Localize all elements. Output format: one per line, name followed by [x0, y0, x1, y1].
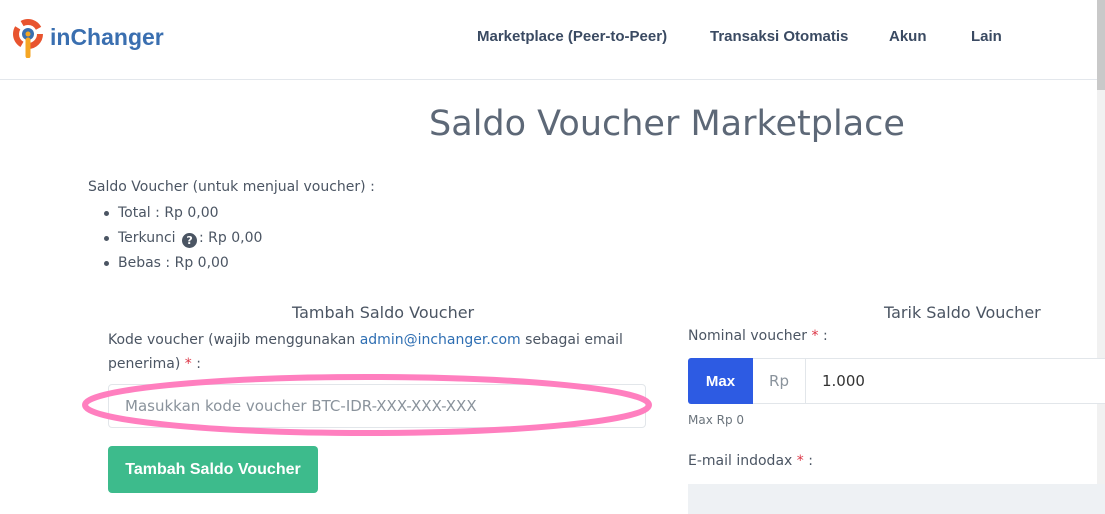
nav-item-transaksi-otomatis[interactable]: Transaksi Otomatis [710, 28, 848, 45]
saldo-terkunci-label: Terkunci [118, 230, 176, 246]
currency-addon: Rp [753, 358, 805, 404]
tambah-saldo-button[interactable]: Tambah Saldo Voucher [108, 446, 318, 493]
nav-item-lain[interactable]: Lain [971, 28, 1002, 45]
saldo-total-text: Total : Rp 0,00 [118, 205, 219, 221]
tarik-section-title: Tarik Saldo Voucher [884, 303, 1041, 322]
question-circle-icon[interactable]: ? [182, 233, 198, 248]
voucher-label-prefix: Kode voucher (wajib menggunakan [108, 332, 356, 348]
saldo-bebas-text: Bebas : Rp 0,00 [118, 255, 229, 271]
saldo-terkunci: Terkunci ?: Rp 0,00 [103, 229, 262, 254]
required-mark: * [796, 453, 804, 469]
nominal-label: Nominal voucher * : [688, 328, 828, 344]
scrollbar-thumb[interactable] [1097, 0, 1105, 90]
max-button[interactable]: Max [688, 358, 753, 404]
max-note: Max Rp 0 [688, 413, 745, 427]
label-colon: : [196, 356, 201, 372]
nominal-input[interactable] [805, 358, 1105, 404]
nominal-label-text: Nominal voucher [688, 328, 808, 344]
saldo-heading: Saldo Voucher (untuk menjual voucher) : [88, 179, 375, 195]
page-title: Saldo Voucher Marketplace [429, 104, 905, 144]
indodax-email-input[interactable] [688, 484, 1105, 514]
top-navbar: inChanger Marketplace (Peer-to-Peer) Tra… [0, 0, 1105, 80]
nav-item-marketplace[interactable]: Marketplace (Peer-to-Peer) [477, 28, 667, 45]
label-colon: : [808, 453, 813, 469]
required-mark: * [184, 356, 192, 372]
nav-item-akun[interactable]: Akun [889, 28, 927, 45]
vertical-scrollbar[interactable] [1097, 0, 1105, 497]
voucher-code-label: Kode voucher (wajib menggunakan admin@in… [108, 328, 628, 376]
saldo-total: Total : Rp 0,00 [103, 204, 262, 229]
email-label-text: E-mail indodax [688, 453, 793, 469]
tambah-section-title: Tambah Saldo Voucher [292, 303, 475, 322]
label-colon: : [822, 328, 828, 344]
required-mark: * [811, 328, 819, 344]
saldo-bebas: Bebas : Rp 0,00 [103, 254, 262, 279]
admin-email-link[interactable]: admin@inchanger.com [360, 332, 521, 348]
voucher-code-input[interactable] [108, 384, 646, 428]
email-label: E-mail indodax * : [688, 453, 813, 469]
brand-name[interactable]: inChanger [50, 24, 164, 51]
saldo-list: Total : Rp 0,00 Terkunci ?: Rp 0,00 Beba… [103, 204, 262, 279]
saldo-terkunci-value: : Rp 0,00 [199, 230, 263, 246]
inchanger-logo-icon[interactable] [12, 18, 46, 58]
